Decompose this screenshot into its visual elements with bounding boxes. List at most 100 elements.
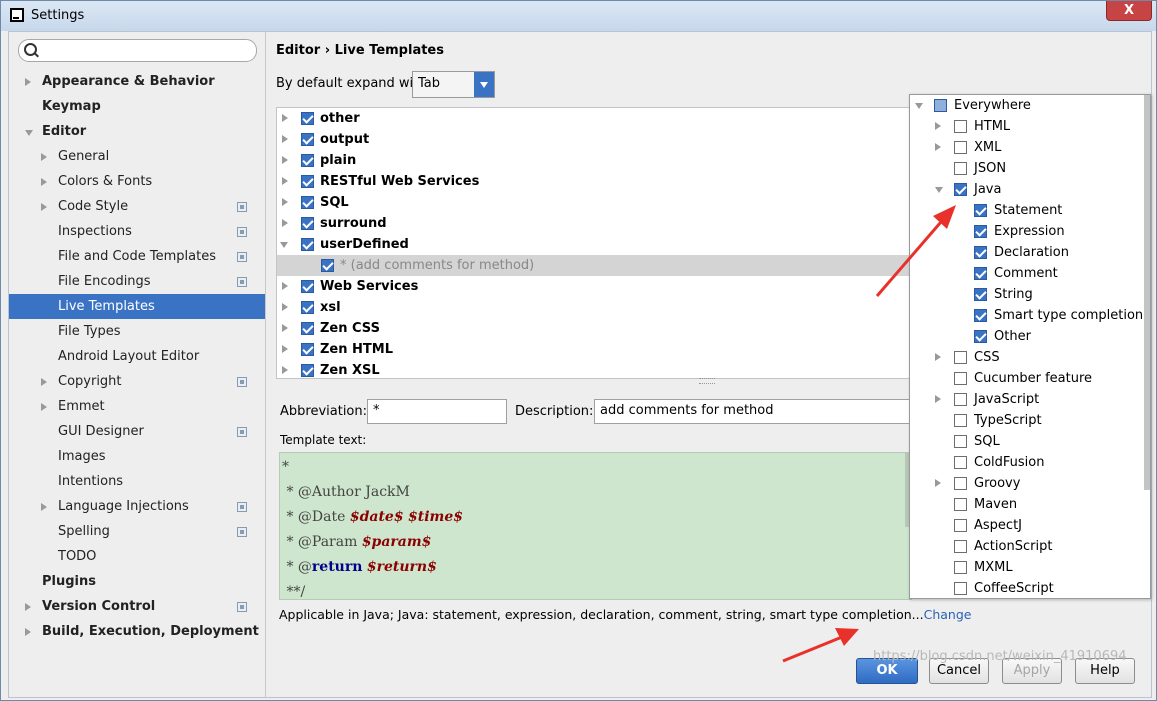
template-checkbox[interactable] <box>301 112 314 125</box>
sidebar-item[interactable]: File Encodings <box>9 269 265 294</box>
template-item[interactable]: * (add comments for method) <box>277 255 917 276</box>
context-item[interactable]: TypeScript <box>910 410 1150 431</box>
context-checkbox[interactable] <box>954 498 967 511</box>
sidebar-item[interactable]: Keymap <box>9 94 265 119</box>
chevron-right-icon[interactable] <box>282 135 288 143</box>
template-group[interactable]: plain <box>277 150 917 171</box>
sidebar-item[interactable]: Editor <box>9 119 265 144</box>
chevron-right-icon[interactable] <box>282 177 288 185</box>
sidebar-item[interactable]: Android Layout Editor <box>9 344 265 369</box>
context-checkbox[interactable] <box>974 309 987 322</box>
context-item[interactable]: Cucumber feature <box>910 368 1150 389</box>
template-checkbox[interactable] <box>301 133 314 146</box>
chevron-right-icon[interactable] <box>282 198 288 206</box>
template-group[interactable]: SQL <box>277 192 917 213</box>
sidebar-item[interactable]: Live Templates <box>9 294 265 319</box>
context-item[interactable]: String <box>910 284 1150 305</box>
chevron-right-icon[interactable] <box>41 178 47 186</box>
context-checkbox[interactable] <box>954 351 967 364</box>
sidebar-item[interactable]: File and Code Templates <box>9 244 265 269</box>
title-bar[interactable]: Settings X <box>1 1 1156 31</box>
sidebar-item[interactable]: Spelling <box>9 519 265 544</box>
template-checkbox[interactable] <box>301 175 314 188</box>
context-item[interactable]: Declaration <box>910 242 1150 263</box>
sidebar-item[interactable]: Images <box>9 444 265 469</box>
sidebar-item[interactable]: Code Style <box>9 194 265 219</box>
template-checkbox[interactable] <box>301 154 314 167</box>
chevron-right-icon[interactable] <box>25 78 31 86</box>
template-checkbox[interactable] <box>301 238 314 251</box>
context-item[interactable]: Comment <box>910 263 1150 284</box>
sidebar-item[interactable]: Inspections <box>9 219 265 244</box>
chevron-down-icon[interactable] <box>280 242 288 248</box>
context-checkbox[interactable] <box>974 225 987 238</box>
context-item[interactable]: Groovy <box>910 473 1150 494</box>
context-checkbox[interactable] <box>954 120 967 133</box>
context-checkbox[interactable] <box>974 246 987 259</box>
context-checkbox[interactable] <box>974 330 987 343</box>
chevron-right-icon[interactable] <box>282 114 288 122</box>
template-group[interactable]: Web Services <box>277 276 917 297</box>
context-checkbox[interactable] <box>954 477 967 490</box>
template-checkbox[interactable] <box>301 301 314 314</box>
sidebar-item[interactable]: File Types <box>9 319 265 344</box>
context-item[interactable]: Everywhere <box>910 95 1150 116</box>
context-checkbox[interactable] <box>954 183 967 196</box>
context-item[interactable]: JavaScript <box>910 389 1150 410</box>
chevron-right-icon[interactable] <box>935 395 941 403</box>
splitter-handle[interactable] <box>699 378 715 384</box>
context-checkbox[interactable] <box>954 561 967 574</box>
sidebar-item[interactable]: GUI Designer <box>9 419 265 444</box>
context-item[interactable]: CoffeeScript <box>910 578 1150 598</box>
context-checkbox[interactable] <box>974 267 987 280</box>
chevron-down-icon[interactable] <box>25 130 33 136</box>
sidebar-item[interactable]: Build, Execution, Deployment <box>9 619 265 644</box>
template-group[interactable]: Zen HTML <box>277 339 917 360</box>
template-group[interactable]: other <box>277 108 917 129</box>
chevron-right-icon[interactable] <box>935 353 941 361</box>
chevron-right-icon[interactable] <box>282 324 288 332</box>
context-item[interactable]: JSON <box>910 158 1150 179</box>
template-group[interactable]: output <box>277 129 917 150</box>
context-item[interactable]: SQL <box>910 431 1150 452</box>
chevron-down-icon[interactable] <box>474 72 494 97</box>
context-item[interactable]: Other <box>910 326 1150 347</box>
chevron-down-icon[interactable] <box>935 187 943 193</box>
chevron-right-icon[interactable] <box>935 143 941 151</box>
template-checkbox[interactable] <box>301 280 314 293</box>
template-checkbox[interactable] <box>301 322 314 335</box>
context-checkbox[interactable] <box>954 141 967 154</box>
chevron-right-icon[interactable] <box>282 219 288 227</box>
context-checkbox[interactable] <box>934 99 947 112</box>
template-checkbox[interactable] <box>321 259 334 272</box>
chevron-right-icon[interactable] <box>282 282 288 290</box>
context-checkbox[interactable] <box>954 393 967 406</box>
context-item[interactable]: Expression <box>910 221 1150 242</box>
sidebar-item[interactable]: Copyright <box>9 369 265 394</box>
sidebar-item[interactable]: Appearance & Behavior <box>9 69 265 94</box>
sidebar-item[interactable]: Version Control <box>9 594 265 619</box>
template-group[interactable]: Zen XSL <box>277 360 917 378</box>
chevron-down-icon[interactable] <box>915 103 923 109</box>
context-checkbox[interactable] <box>954 414 967 427</box>
context-checkbox[interactable] <box>954 372 967 385</box>
sidebar-item[interactable]: General <box>9 144 265 169</box>
sidebar-item[interactable]: Intentions <box>9 469 265 494</box>
context-checkbox[interactable] <box>954 540 967 553</box>
chevron-right-icon[interactable] <box>41 378 47 386</box>
template-group[interactable]: Zen CSS <box>277 318 917 339</box>
template-checkbox[interactable] <box>301 364 314 377</box>
context-item[interactable]: Smart type completion <box>910 305 1150 326</box>
context-item[interactable]: HTML <box>910 116 1150 137</box>
chevron-right-icon[interactable] <box>41 153 47 161</box>
context-item[interactable]: AspectJ <box>910 515 1150 536</box>
context-checkbox[interactable] <box>954 162 967 175</box>
sidebar-item[interactable]: TODO <box>9 544 265 569</box>
chevron-right-icon[interactable] <box>935 479 941 487</box>
abbreviation-field[interactable]: * <box>367 399 507 424</box>
context-item[interactable]: Statement <box>910 200 1150 221</box>
context-checkbox[interactable] <box>954 519 967 532</box>
chevron-right-icon[interactable] <box>282 345 288 353</box>
template-group[interactable]: xsl <box>277 297 917 318</box>
template-group[interactable]: userDefined <box>277 234 917 255</box>
